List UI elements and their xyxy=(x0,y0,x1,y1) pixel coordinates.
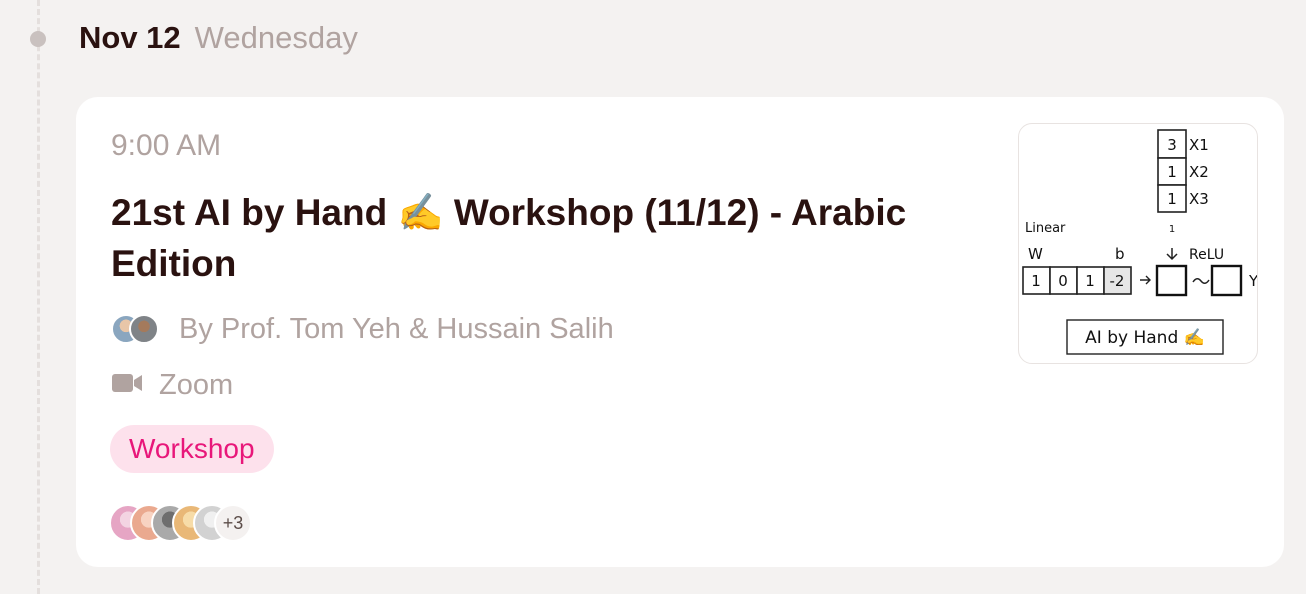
event-time: 9:00 AM xyxy=(111,129,222,162)
w-value: 0 xyxy=(1058,272,1068,290)
guest-avatars[interactable]: +3 xyxy=(109,504,252,542)
event-card[interactable]: 9:00 AM 21st AI by Hand ✍️ Workshop (11/… xyxy=(76,97,1284,567)
x-label: X2 xyxy=(1189,163,1209,181)
timeline-dot xyxy=(30,31,46,47)
cover-brand: AI by Hand ✍️ xyxy=(1085,328,1205,348)
b-value: -2 xyxy=(1110,272,1125,290)
hosts-text: By Prof. Tom Yeh & Hussain Salih xyxy=(179,312,614,345)
x-label: X1 xyxy=(1189,136,1209,154)
event-title[interactable]: 21st AI by Hand ✍️ Workshop (11/12) - Ar… xyxy=(111,187,931,289)
video-camera-icon xyxy=(111,372,143,399)
x-label: X3 xyxy=(1189,190,1209,208)
host-avatar xyxy=(129,314,159,344)
date-weekday: Wednesday xyxy=(194,20,358,55)
x-value: 3 xyxy=(1167,136,1177,154)
one-label: 1 xyxy=(1169,224,1175,235)
host-avatars xyxy=(111,314,173,344)
b-label: b xyxy=(1115,245,1125,263)
x-value: 1 xyxy=(1167,190,1177,208)
w-value: 1 xyxy=(1031,272,1041,290)
date-header: Nov 12 Wednesday xyxy=(79,20,358,60)
x-value: 1 xyxy=(1167,163,1177,181)
cover-diagram: 3 1 1 X1 X2 X3 Linear 1 W b ReLU 1 0 1 -… xyxy=(1022,129,1258,355)
hosts-row: By Prof. Tom Yeh & Hussain Salih xyxy=(111,309,614,349)
guest-count: +3 xyxy=(214,504,252,542)
y-label: Y xyxy=(1248,272,1258,290)
relu-label: ReLU xyxy=(1189,247,1224,263)
event-tag[interactable]: Workshop xyxy=(110,425,274,473)
w-value: 1 xyxy=(1085,272,1095,290)
linear-label: Linear xyxy=(1025,221,1066,236)
timeline-line xyxy=(37,0,40,594)
location-row: Zoom xyxy=(111,365,233,405)
event-cover-image[interactable]: 3 1 1 X1 X2 X3 Linear 1 W b ReLU 1 0 1 -… xyxy=(1018,123,1258,364)
location-text: Zoom xyxy=(159,368,234,401)
w-label: W xyxy=(1028,245,1043,263)
date-day: Nov 12 xyxy=(79,20,181,55)
